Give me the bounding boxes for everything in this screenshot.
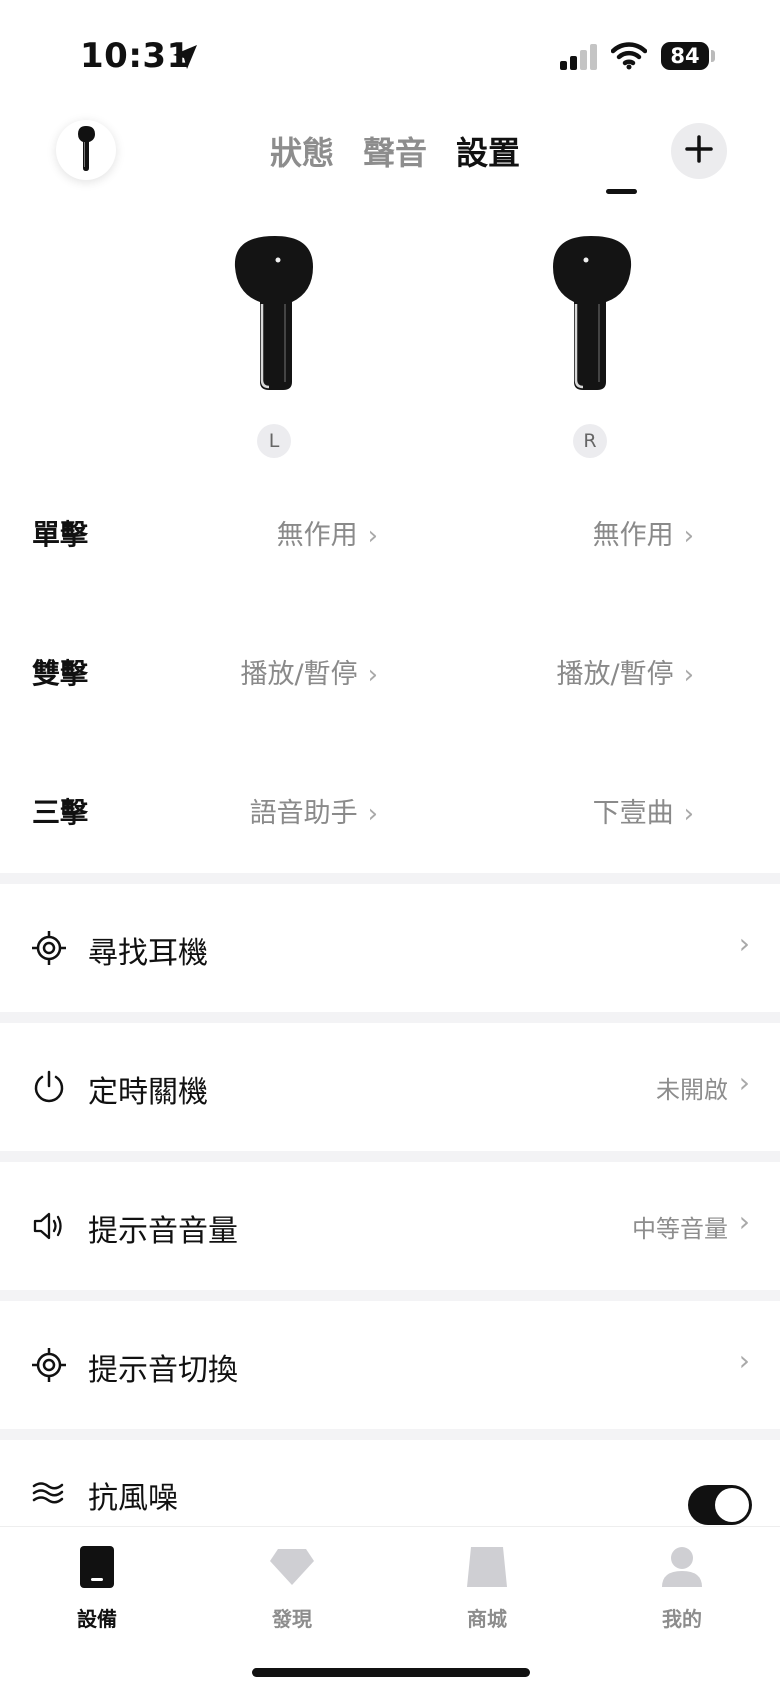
setting-label: 提示音音量 xyxy=(88,1214,238,1249)
right-gesture-value[interactable]: 播放/暫停 › xyxy=(556,652,694,691)
left-gesture-value[interactable]: 無作用 › xyxy=(277,513,378,552)
wind-noise-toggle[interactable] xyxy=(688,1485,752,1525)
chevron-right-icon: › xyxy=(738,927,750,960)
chevron-right-icon: › xyxy=(683,799,694,829)
gesture-value-text: 無作用 xyxy=(276,520,358,551)
nav-label: 商城 xyxy=(467,1607,507,1631)
setting-value: 中等音量 xyxy=(632,1215,728,1243)
left-gesture-value[interactable]: 語音助手 › xyxy=(250,791,378,830)
gesture-label: 單擊 xyxy=(32,518,89,551)
gesture-row-single-tap: 單擊 無作用 › 無作用 › xyxy=(0,505,780,565)
prompt-volume-row[interactable]: 提示音音量 中等音量 › xyxy=(0,1162,780,1290)
setting-label: 提示音切換 xyxy=(88,1353,238,1388)
section-divider xyxy=(0,1290,780,1301)
left-side-badge: L xyxy=(257,424,291,458)
left-earbud-image xyxy=(225,232,325,396)
nav-label: 發現 xyxy=(272,1607,312,1631)
find-earbuds-row[interactable]: 尋找耳機 › xyxy=(0,884,780,1012)
nav-item-device[interactable]: 設備 xyxy=(37,1543,157,1632)
wifi-icon xyxy=(610,42,648,74)
device-thumbnail[interactable] xyxy=(56,120,116,180)
nav-item-discover[interactable]: 發現 xyxy=(232,1543,352,1632)
chevron-right-icon: › xyxy=(738,1066,750,1099)
section-divider xyxy=(0,873,780,884)
right-earbud-image xyxy=(541,232,641,396)
target-icon xyxy=(32,931,66,965)
nav-label: 我的 xyxy=(662,1607,702,1631)
auto-power-off-row[interactable]: 定時關機 未開啟 › xyxy=(0,1023,780,1151)
prompt-switch-row[interactable]: 提示音切換 › xyxy=(0,1301,780,1429)
right-gesture-value[interactable]: 無作用 › xyxy=(593,513,694,552)
setting-label: 抗風噪 xyxy=(88,1481,178,1516)
setting-label: 尋找耳機 xyxy=(88,936,208,971)
right-side-badge: R xyxy=(573,424,607,458)
chevron-right-icon: › xyxy=(367,799,378,829)
speaker-icon xyxy=(32,1209,66,1243)
gesture-value-text: 播放/暫停 xyxy=(240,659,358,690)
gesture-row-double-tap: 雙擊 播放/暫停 › 播放/暫停 › xyxy=(0,644,780,704)
chevron-right-icon: › xyxy=(367,521,378,551)
add-device-button[interactable] xyxy=(671,123,727,179)
nav-label: 設備 xyxy=(77,1607,117,1631)
gesture-value-text: 播放/暫停 xyxy=(556,659,674,690)
wind-noise-row: 抗風噪 xyxy=(0,1440,780,1526)
location-arrow-icon xyxy=(170,42,200,76)
store-icon xyxy=(427,1543,547,1591)
tab-active-indicator xyxy=(606,189,637,194)
battery-cap xyxy=(711,50,715,62)
status-bar: 10:31 84 xyxy=(0,0,780,110)
gesture-value-text: 下壹曲 xyxy=(592,798,674,829)
chevron-right-icon: › xyxy=(738,1344,750,1377)
gesture-label: 三擊 xyxy=(32,796,89,829)
gesture-value-text: 語音助手 xyxy=(249,798,358,829)
gesture-row-triple-tap: 三擊 語音助手 › 下壹曲 › xyxy=(0,783,780,843)
setting-label: 定時關機 xyxy=(88,1075,208,1110)
home-indicator[interactable] xyxy=(252,1668,530,1677)
plus-icon xyxy=(684,134,714,168)
toggle-knob xyxy=(715,1488,749,1522)
nav-item-profile[interactable]: 我的 xyxy=(622,1543,742,1632)
gesture-label: 雙擊 xyxy=(32,657,89,690)
chevron-right-icon: › xyxy=(738,1205,750,1238)
battery-indicator: 84 xyxy=(661,42,709,70)
setting-value: 未開啟 xyxy=(656,1076,728,1104)
right-gesture-value[interactable]: 下壹曲 › xyxy=(593,791,694,830)
section-divider xyxy=(0,1012,780,1023)
chevron-right-icon: › xyxy=(367,660,378,690)
device-icon xyxy=(37,1543,157,1591)
target-icon xyxy=(32,1348,66,1382)
tab-status[interactable]: 狀態 xyxy=(270,128,334,174)
left-gesture-value[interactable]: 播放/暫停 › xyxy=(240,652,378,691)
section-divider xyxy=(0,1151,780,1162)
section-divider xyxy=(0,1429,780,1440)
tab-sound[interactable]: 聲音 xyxy=(363,128,427,174)
tab-settings[interactable]: 設置 xyxy=(456,128,520,174)
power-icon xyxy=(32,1070,66,1104)
gesture-value-text: 無作用 xyxy=(592,520,674,551)
chevron-right-icon: › xyxy=(683,660,694,690)
profile-icon xyxy=(622,1543,742,1591)
diamond-icon xyxy=(232,1543,352,1591)
chevron-right-icon: › xyxy=(683,521,694,551)
wind-icon xyxy=(32,1476,66,1510)
nav-item-store[interactable]: 商城 xyxy=(427,1543,547,1632)
cellular-signal-icon xyxy=(560,44,600,74)
